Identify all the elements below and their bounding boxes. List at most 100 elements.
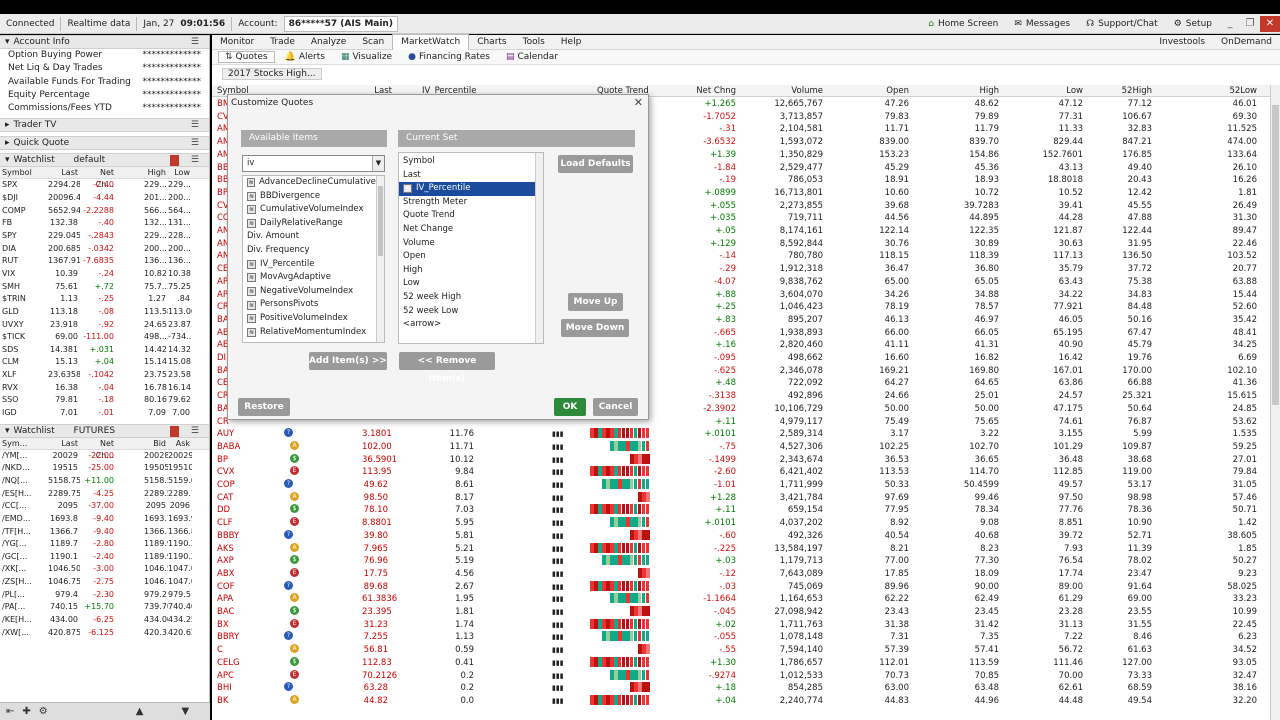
quote-symbol[interactable]: DD	[217, 504, 230, 517]
watchlist-row[interactable]: $TICK 69.00 -111.00 498.... -734...	[0, 331, 209, 344]
event-icon[interactable]: E	[290, 517, 299, 527]
quote-symbol[interactable]: CELG	[217, 657, 240, 670]
available-item[interactable]: ≋ AdvanceDeclineCumulative...	[243, 176, 384, 190]
grid-column-header[interactable]: High	[907, 85, 999, 97]
grid-column-header[interactable]: Volume	[757, 85, 823, 97]
event-icon[interactable]: ?	[284, 580, 293, 590]
current-set-list[interactable]: Symbol Last ≋ IV_Percentile Strength Meter Qu…	[398, 152, 544, 344]
available-list-scrollbar[interactable]	[376, 176, 384, 342]
watchlist-row[interactable]: /YM[... 20029 -22.00 20028 20029	[0, 450, 209, 463]
event-icon[interactable]: A	[290, 440, 299, 450]
quote-symbol[interactable]: AXP	[217, 555, 234, 568]
quote-row[interactable]: C A 56.81 0.59 ▮▮▮ -.55 7,594,140 57.39 57.41 56.…	[212, 644, 1270, 657]
quote-symbol[interactable]: APC	[217, 670, 234, 683]
available-item[interactable]: ≋ IV_Percentile	[243, 258, 384, 272]
quote-symbol[interactable]: BX	[217, 619, 229, 632]
watchlist-alert-icon[interactable]	[170, 425, 179, 437]
available-item[interactable]: ≋ PersonsPivots	[243, 298, 384, 312]
quote-symbol[interactable]: BP	[217, 454, 228, 467]
event-icon[interactable]: $	[290, 504, 299, 514]
quote-symbol[interactable]: BK	[217, 695, 228, 708]
current-item[interactable]: ≋ IV_Percentile	[399, 182, 543, 196]
quote-row[interactable]: BABA A 102.00 11.71 ▮▮▮ -.75 4,527,306 102.25 10…	[212, 440, 1270, 454]
watchlist-selector[interactable]: default	[74, 155, 106, 165]
scroll-down-icon[interactable]: ▼	[181, 706, 189, 717]
event-icon[interactable]: E	[290, 669, 299, 679]
quote-symbol[interactable]: AKS	[217, 543, 234, 556]
load-defaults-button[interactable]: Load Defaults	[558, 155, 633, 173]
quote-row[interactable]: BAC $23.395 1.81 ▮▮▮ -.045 27,098,942 23.43 23.…	[212, 606, 1270, 619]
quote-symbol[interactable]: BBRY	[217, 631, 239, 644]
quote-row[interactable]: AKS A 7.965 5.21 ▮▮▮ -.225 13,584,197 8.21 8.23 7…	[212, 542, 1270, 556]
available-item[interactable]: Div. Frequency	[243, 244, 384, 258]
gear-icon[interactable]: ⚙	[39, 706, 48, 717]
quote-row[interactable]: CLF E 8.8801 5.95 ▮▮▮ +.0101 4,037,202 8.92 9.08…	[212, 517, 1270, 530]
watchlist-row[interactable]: /NQ[... 5158.75 +11.00 5158.505159.00	[0, 475, 209, 488]
nav-right-link[interactable]: OnDemand	[1213, 35, 1280, 50]
quote-row[interactable]: BBBY? 39.80 5.81 ▮▮▮ -.60 492,326 40.54 40.68 39…	[212, 529, 1270, 543]
quote-row[interactable]: BX E 31.23 1.74 ▮▮▮ +.02 1,711,763 31.38 31.42 31…	[212, 618, 1270, 632]
current-item[interactable]: Volume	[399, 237, 543, 251]
quote-row[interactable]: COF? 89.68 2.67 ▮▮▮ -.03 745,069 89.96 90.00 89.…	[212, 580, 1270, 594]
quote-symbol[interactable]: ABX	[217, 568, 234, 581]
grid-column-header[interactable]: Net Chng	[672, 85, 736, 97]
messages-button[interactable]: ✉ Messages	[1006, 14, 1078, 34]
move-down-button[interactable]: Move Down	[561, 319, 629, 337]
subtab-bell[interactable]: 🔔 Alerts	[279, 52, 331, 62]
nav-right-link[interactable]: Investools	[1151, 35, 1213, 50]
quote-symbol[interactable]: CAT	[217, 492, 233, 505]
watchlist-row[interactable]: XLF 23.6358 -.1042 23.75 23.58	[0, 369, 209, 382]
current-item[interactable]: High	[399, 264, 543, 278]
quote-symbol[interactable]: BHI	[217, 682, 232, 695]
watchlist-row[interactable]: $DJI 20096.47 -4.44 201...200...	[0, 192, 209, 205]
watchlist-row[interactable]: VIX 10.39 -.24 10.82 10.38	[0, 268, 209, 281]
restore-button[interactable]: ❐	[1240, 16, 1260, 32]
quote-row[interactable]: BK A 44.82 0.0 ▮▮▮ +.04 2,240,774 44.83 44.96 44.…	[212, 694, 1270, 708]
event-icon[interactable]: A	[290, 542, 299, 552]
quote-symbol[interactable]: CVX	[217, 466, 235, 479]
event-icon[interactable]: ?	[284, 428, 293, 438]
watchlist-row[interactable]: SDS 14.381 +.031 14.42 14.32	[0, 344, 209, 357]
quote-row[interactable]: AXP $76.96 5.19 ▮▮▮ +.03 1,179,713 77.00 77.30 7…	[212, 555, 1270, 568]
quote-row[interactable]: APC E 70.2126 0.2 ▮▮▮ -.9274 1,012,533 70.73 70.…	[212, 669, 1270, 683]
menu-icon[interactable]: ☰	[191, 120, 199, 130]
watchlist-row[interactable]: /YG[... 1189.7 -2.80 1189.91190.2	[0, 538, 209, 551]
nav-tab[interactable]: Help	[553, 35, 590, 50]
menu-icon[interactable]: ☰	[191, 37, 199, 47]
watchlist-row[interactable]: RUT 1367.9116-7.6835 136...136...	[0, 255, 209, 268]
account-info-header[interactable]: ▾ Account Info ☰	[0, 35, 209, 49]
event-icon[interactable]: A	[290, 644, 299, 654]
watchlist-row[interactable]: /XW[... 420.875 -6.125 420.3...420.625	[0, 627, 209, 640]
move-up-button[interactable]: Move Up	[568, 293, 623, 311]
available-item[interactable]: Div. Amount	[243, 230, 384, 244]
event-icon[interactable]: ?	[284, 529, 293, 539]
watchlist-row[interactable]: /TF[H...1366.7-9.401366.71366.8	[0, 526, 209, 539]
quote-row[interactable]: DD $78.10 7.03 ▮▮▮ +.11 659,154 77.95 78.34 77.7…	[212, 504, 1270, 517]
event-icon[interactable]: E	[290, 466, 299, 476]
nav-tab[interactable]: Trade	[262, 35, 303, 50]
event-icon[interactable]: E	[290, 618, 299, 628]
watchlist-row[interactable]: /PL[... 979.4 -2.30 979.2 979.5	[0, 589, 209, 602]
support-chat-button[interactable]: ☊ Support/Chat	[1078, 14, 1166, 34]
add-items-button[interactable]: Add Item(s) >>	[309, 352, 387, 370]
nav-tab[interactable]: MarketWatch	[392, 34, 470, 50]
grid-column-header[interactable]: 52Low	[1137, 85, 1257, 97]
quote-row[interactable]: CVX E 113.95 9.84 ▮▮▮ -2.60 6,421,402 113.53 114…	[212, 466, 1270, 479]
quote-row[interactable]: APA A 61.3836 1.95 ▮▮▮ -1.1664 1,164,653 62.22 6…	[212, 593, 1270, 606]
quote-row[interactable]: COP? 49.62 8.61 ▮▮▮ -1.01 1,711,999 50.33 50.45…	[212, 479, 1270, 492]
subtab-quotes[interactable]: ⇅ Quotes	[218, 51, 275, 63]
subtab-calendar[interactable]: ▤ Calendar	[500, 52, 564, 62]
watchlist-alert-icon[interactable]	[170, 155, 179, 167]
minimize-button[interactable]: _	[1220, 16, 1240, 32]
event-icon[interactable]: $	[290, 606, 299, 615]
remove-items-button[interactable]: << Remove Item(s)	[399, 352, 495, 384]
quote-row[interactable]: BHI? 63.28 0.2 ▮▮▮ +.18 854,285 63.00 63.48 62.6…	[212, 682, 1270, 695]
nav-tab[interactable]: Monitor	[212, 35, 262, 50]
nav-tab[interactable]: Tools	[515, 35, 553, 50]
current-item[interactable]: 52 week High	[399, 291, 543, 305]
menu-icon[interactable]: ☰	[191, 138, 199, 148]
watchlist-row[interactable]: IGD 7.01 -.01 7.09 7.00	[0, 407, 209, 420]
account-selector[interactable]: 86*****57 (AIS Main)	[283, 15, 398, 32]
available-item[interactable]: ≋ MovAvgAdaptive	[243, 271, 384, 285]
grid-column-header[interactable]: Open	[837, 85, 909, 97]
